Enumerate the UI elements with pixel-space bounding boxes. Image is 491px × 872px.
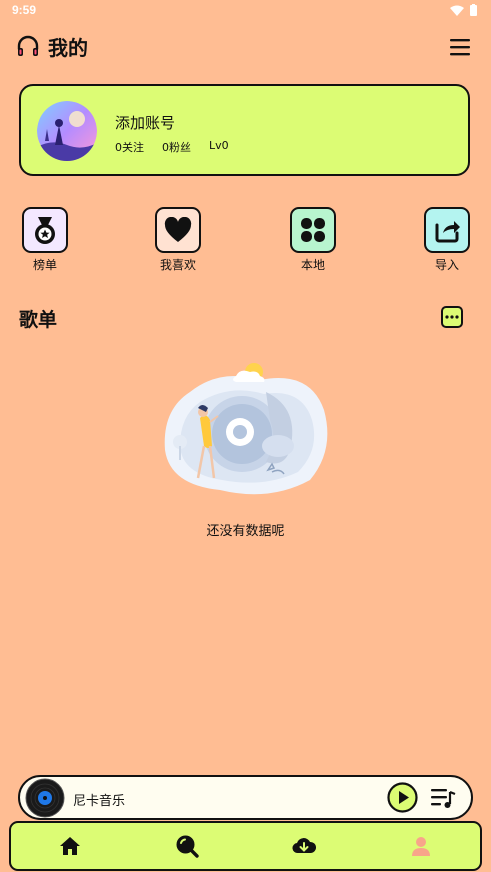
account-card[interactable]: 添加账号 0关注 0粉丝 Lv0 — [19, 84, 470, 176]
medal-icon — [35, 217, 55, 244]
headphones-icon — [17, 35, 39, 56]
quick-action-local-label: 本地 — [300, 258, 325, 272]
status-icons — [450, 4, 477, 16]
quick-action-import-label: 导入 — [434, 258, 459, 272]
player-track-title[interactable]: 尼卡音乐 — [73, 790, 125, 809]
nav-home[interactable] — [40, 826, 100, 866]
quick-action-import[interactable]: 导入 — [422, 207, 472, 273]
quick-action-ranking[interactable]: 榜单 — [20, 207, 70, 273]
nav-download[interactable] — [274, 826, 334, 866]
wifi-icon — [450, 5, 464, 16]
playlist-more-button[interactable] — [441, 306, 463, 328]
quick-action-favorites-label: 我喜欢 — [159, 258, 196, 272]
status-time: 9:59 — [12, 3, 37, 17]
nav-profile[interactable] — [391, 826, 451, 866]
quick-action-ranking-tile[interactable] — [22, 207, 68, 253]
search-icon — [176, 835, 199, 858]
account-stats: 0关注 0粉丝 Lv0 — [115, 139, 229, 155]
grid-icon — [301, 218, 325, 242]
heart-icon — [164, 217, 192, 242]
fans-count[interactable]: 0粉丝 — [162, 139, 191, 155]
play-button[interactable] — [387, 782, 418, 813]
page-title: 我的 — [48, 36, 88, 60]
mini-player[interactable]: 尼卡音乐 — [18, 775, 473, 820]
empty-state-text: 还没有数据呢 — [206, 524, 285, 539]
quick-action-local[interactable]: 本地 — [288, 207, 338, 273]
quick-action-local-tile[interactable] — [290, 207, 336, 253]
bottom-navigation — [9, 821, 482, 871]
quick-action-ranking-label: 榜单 — [32, 258, 57, 272]
quick-action-favorites-tile[interactable] — [155, 207, 201, 253]
hamburger-menu-icon[interactable] — [449, 36, 471, 58]
user-level: Lv0 — [209, 139, 229, 152]
profile-icon — [412, 837, 431, 856]
app-header: 我的 — [0, 30, 491, 64]
import-share-icon — [435, 221, 460, 243]
nav-search[interactable] — [157, 826, 217, 866]
battery-icon — [470, 4, 477, 16]
home-icon — [59, 837, 80, 855]
status-bar: 9:59 — [0, 0, 491, 22]
account-name[interactable]: 添加账号 — [115, 112, 175, 133]
more-dots-icon — [445, 315, 459, 319]
avatar[interactable] — [37, 101, 97, 161]
empty-state-illustration — [164, 363, 328, 495]
quick-action-import-tile[interactable] — [424, 207, 470, 253]
following-count[interactable]: 0关注 — [115, 139, 144, 155]
playlist-queue-icon[interactable] — [430, 786, 456, 810]
cloud-download-icon — [292, 838, 317, 854]
vinyl-disc-icon[interactable] — [25, 778, 65, 818]
quick-action-favorites[interactable]: 我喜欢 — [153, 207, 203, 273]
playlist-section-title: 歌单 — [19, 309, 58, 331]
